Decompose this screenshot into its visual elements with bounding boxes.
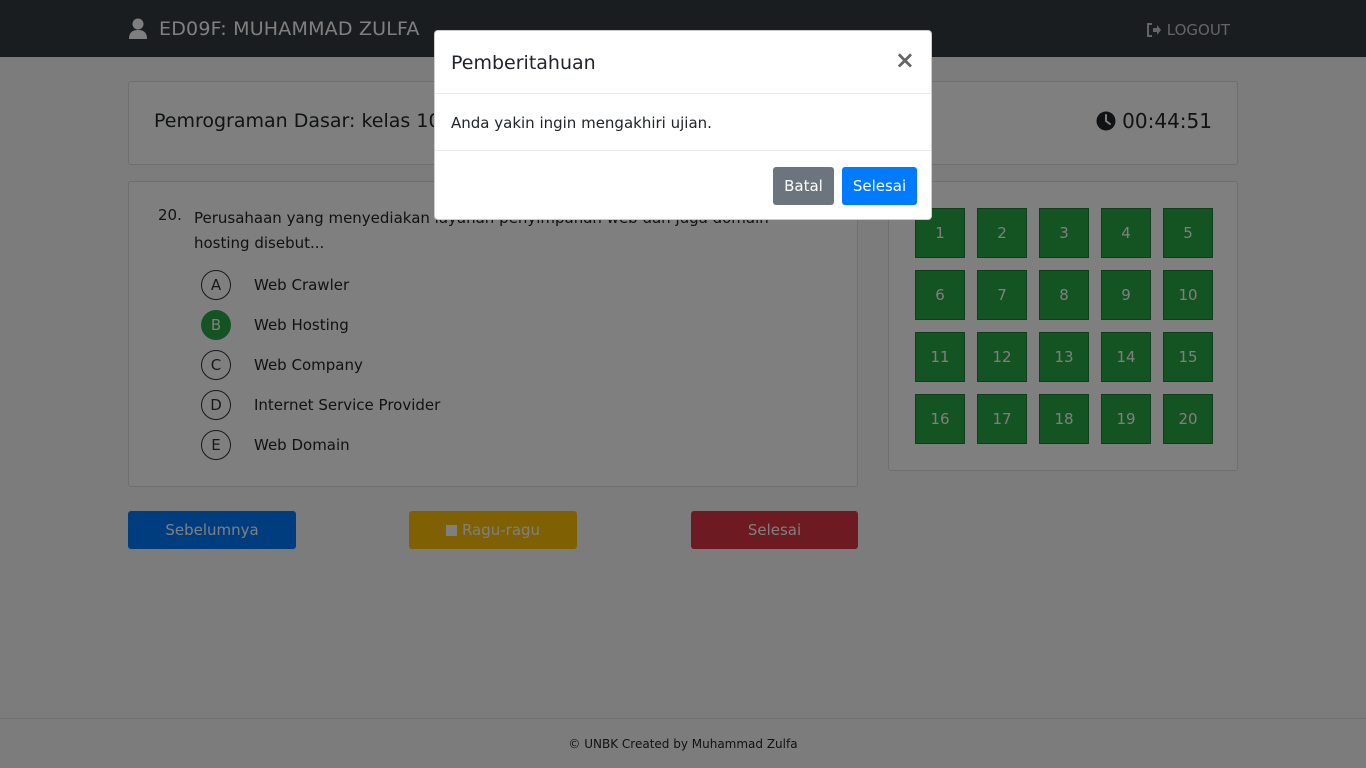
dialog-footer: Batal Selesai [435, 150, 931, 220]
cancel-button[interactable]: Batal [773, 167, 834, 205]
confirm-label: Selesai [852, 177, 907, 195]
close-icon[interactable]: × [895, 48, 915, 72]
dialog-header: Pemberitahuan × [435, 31, 931, 94]
confirm-dialog: Pemberitahuan × Anda yakin ingin mengakh… [434, 30, 932, 220]
confirm-finish-button[interactable]: Selesai [842, 167, 917, 205]
dialog-message: Anda yakin ingin mengakhiri ujian. [451, 114, 712, 132]
cancel-label: Batal [784, 177, 823, 195]
dialog-title: Pemberitahuan [451, 52, 596, 74]
